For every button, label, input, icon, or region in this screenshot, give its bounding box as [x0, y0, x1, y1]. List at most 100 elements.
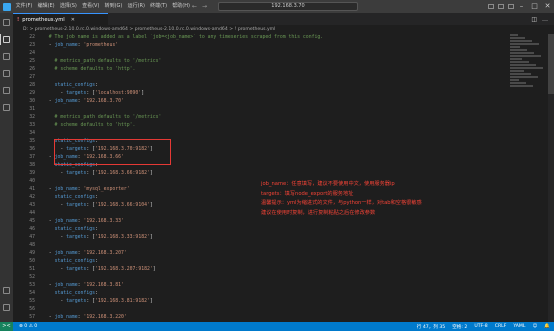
code-token: 'mysql_exporter': [83, 187, 130, 192]
close-window-button[interactable]: ✕: [541, 0, 554, 13]
code-line[interactable]: # scheme defaults to 'http'.: [43, 66, 503, 74]
menu-item[interactable]: 转到(G): [102, 0, 125, 13]
layout-controls: [484, 0, 514, 13]
run-debug-icon[interactable]: [3, 70, 10, 77]
explorer-icon[interactable]: [3, 19, 10, 26]
code-token: # scheme defaults to 'http'.: [43, 123, 136, 128]
tab-prometheus-yml[interactable]: ! prometheus.yml ✕: [13, 13, 108, 25]
remote-indicator[interactable]: ><: [0, 322, 13, 331]
indentation[interactable]: 空格: 2: [452, 324, 467, 330]
code-lines[interactable]: # The job name is added as a label `job=…: [43, 34, 503, 322]
status-bar: >< ⊗ 0 ⚠ 0 行 47，列 35 空格: 2 UTF-8 CRLF YA…: [0, 322, 554, 331]
code-line[interactable]: [43, 130, 503, 138]
code-token: job_name: [54, 43, 78, 48]
command-center-search[interactable]: 192.168.3.70: [218, 2, 358, 11]
code-line[interactable]: - job_name: '192.168.3.81': [43, 282, 503, 290]
code-token: :: [95, 259, 98, 264]
line-number: 38: [29, 163, 35, 168]
extensions-icon[interactable]: [3, 87, 10, 94]
menu-item[interactable]: 运行(R): [125, 0, 148, 13]
code-line[interactable]: - job_name: '192.168.3.70': [43, 98, 503, 106]
code-line[interactable]: # metrics_path defaults to '/metrics': [43, 58, 503, 66]
menu-item[interactable]: 选择(S): [57, 0, 79, 13]
account-icon[interactable]: [3, 287, 10, 294]
vertical-scrollbar[interactable]: [548, 34, 554, 322]
source-control-icon[interactable]: [3, 53, 10, 60]
code-line[interactable]: - job_name: '192.168.3.220': [43, 314, 503, 322]
code-token: # scheme defaults to 'http'.: [43, 67, 136, 72]
code-token: static_configs: [54, 227, 95, 232]
code-line[interactable]: - job_name: 'prometheus': [43, 42, 503, 50]
code-line[interactable]: static_configs:: [43, 226, 503, 234]
code-line[interactable]: - targets: ['192.168.3.207:9182']: [43, 266, 503, 274]
code-token: 'localhost:9090': [95, 91, 142, 96]
menu-item[interactable]: 编辑(E): [35, 0, 57, 13]
menu-item[interactable]: 终端(T): [148, 0, 170, 13]
minimap[interactable]: [510, 34, 548, 94]
minimap-line: [510, 46, 520, 48]
code-line[interactable]: [43, 274, 503, 282]
code-line[interactable]: # The job name is added as a label `job=…: [43, 34, 503, 42]
code-line[interactable]: # metrics_path defaults to '/metrics': [43, 114, 503, 122]
line-number: 47: [29, 235, 35, 240]
minimap-line: [510, 76, 538, 78]
scroll-thumb[interactable]: [548, 34, 554, 94]
problems-count[interactable]: ⊗ 0 ⚠ 0: [19, 324, 37, 329]
menu-item[interactable]: 帮助(H): [170, 0, 193, 13]
language-mode[interactable]: YAML: [513, 324, 525, 329]
annotation-line: job_name：任意填写，建议不要使用中文，使用服务器ip: [261, 181, 395, 187]
feedback-icon[interactable]: ☺: [532, 324, 537, 329]
end-of-line[interactable]: CRLF: [495, 324, 507, 329]
code-token: 'prometheus': [83, 43, 119, 48]
code-line[interactable]: [43, 306, 503, 314]
code-line[interactable]: static_configs:: [43, 82, 503, 90]
toggle-panel-icon[interactable]: [498, 4, 504, 9]
cursor-position[interactable]: 行 47，列 35: [417, 324, 445, 330]
notifications-bell-icon[interactable]: 🔔: [544, 324, 550, 329]
line-number: 45: [29, 219, 35, 224]
code-token: '192.168.3.33:9182': [95, 235, 150, 240]
remote-explorer-icon[interactable]: [3, 104, 10, 111]
encoding[interactable]: UTF-8: [474, 324, 487, 329]
minimize-button[interactable]: –: [515, 0, 528, 13]
code-line[interactable]: [43, 242, 503, 250]
code-token: # metrics_path defaults to '/metrics': [43, 59, 162, 64]
code-line[interactable]: static_configs:: [43, 258, 503, 266]
code-token: : [: [86, 203, 95, 208]
code-line[interactable]: [43, 106, 503, 114]
menu-bar: 文件(F) 编辑(E) 选择(S) 查看(V) 转到(G) 运行(R) 终端(T) 帮助(H): [13, 0, 193, 13]
code-line[interactable]: - targets: ['localhost:9090']: [43, 90, 503, 98]
code-line[interactable]: - job_name: '192.168.3.207': [43, 250, 503, 258]
code-token: -: [43, 43, 55, 48]
toggle-sidebar-icon[interactable]: [488, 4, 494, 9]
toggle-secondary-sidebar-icon[interactable]: [508, 4, 514, 9]
code-token: '192.168.3.81:9182': [95, 299, 150, 304]
back-arrow-icon[interactable]: ←: [192, 3, 197, 10]
close-tab-icon[interactable]: ✕: [71, 17, 75, 23]
code-line[interactable]: [43, 50, 503, 58]
code-line[interactable]: - targets: ['192.168.3.66:9182']: [43, 170, 503, 178]
search-icon[interactable]: [3, 36, 10, 43]
menu-item[interactable]: 文件(F): [13, 0, 35, 13]
line-number: 48: [29, 243, 35, 248]
code-line[interactable]: static_configs:: [43, 290, 503, 298]
more-actions-icon[interactable]: …: [542, 16, 548, 23]
line-number: 40: [29, 179, 35, 184]
code-token: '192.168.3.66:9182': [95, 171, 150, 176]
code-line[interactable]: - targets: ['192.168.3.33:9182']: [43, 234, 503, 242]
maximize-button[interactable]: □: [528, 0, 541, 13]
menu-item[interactable]: 查看(V): [79, 0, 102, 13]
code-line[interactable]: [43, 74, 503, 82]
manage-gear-icon[interactable]: [3, 304, 10, 311]
code-line[interactable]: - job_name: '192.168.3.33': [43, 218, 503, 226]
code-editor[interactable]: 22 23 24 25 26 27 28 29 30 31 32 33 34 35 36 37 38 39 40 41…: [13, 34, 510, 322]
code-token: ]: [149, 171, 153, 176]
code-line[interactable]: # scheme defaults to 'http'.: [43, 122, 503, 130]
line-number: 53: [29, 283, 35, 288]
forward-arrow-icon[interactable]: →: [202, 3, 207, 10]
code-line[interactable]: - targets: ['192.168.3.81:9182']: [43, 298, 503, 306]
split-editor-icon[interactable]: ◫: [531, 16, 537, 23]
code-token: job_name: [54, 251, 78, 256]
breadcrumb[interactable]: D: > prometheus-2.10.0.rc.0.windows-amd6…: [13, 25, 554, 34]
